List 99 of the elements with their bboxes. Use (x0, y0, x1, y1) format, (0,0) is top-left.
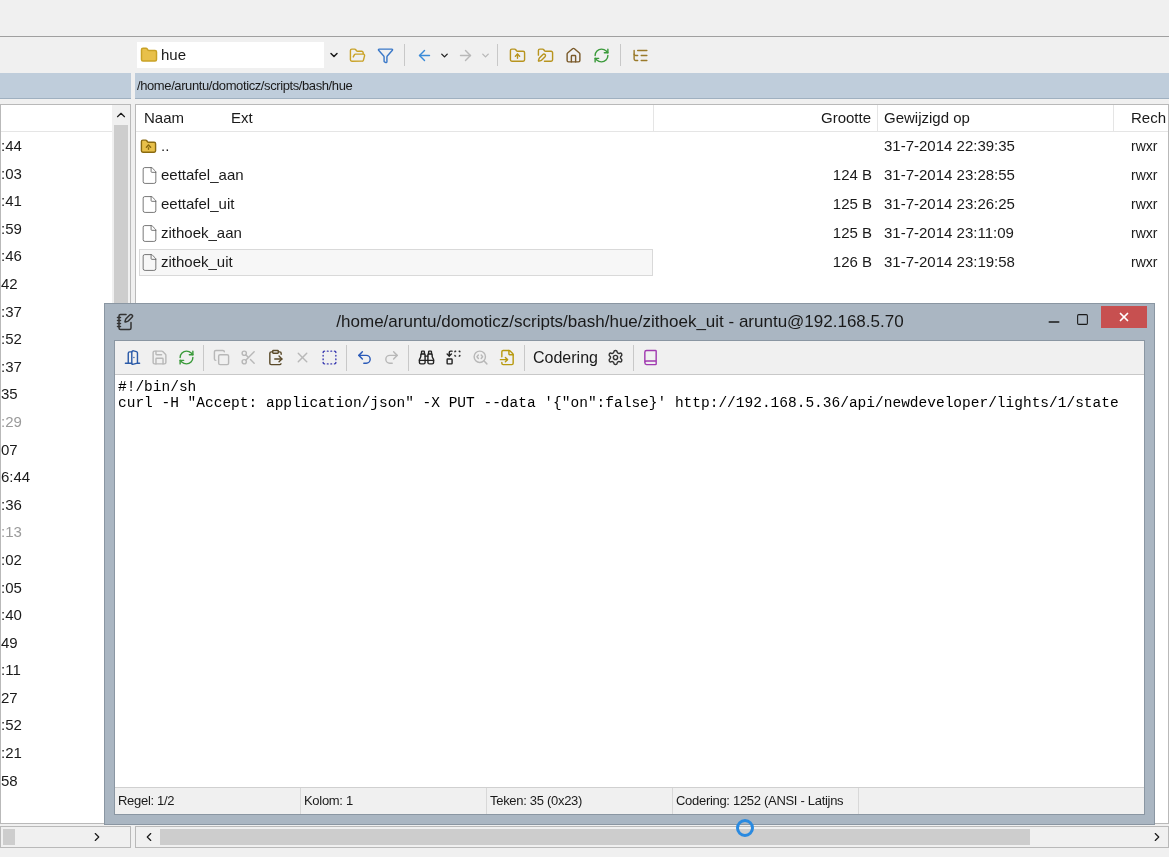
redo-icon (382, 349, 400, 366)
folder-icon (140, 46, 158, 64)
select-all-icon (320, 349, 338, 366)
modified-time-cell-text: :37 (1, 301, 23, 322)
paste-icon (266, 349, 284, 366)
column-header[interactable]: Grootte (820, 106, 871, 130)
modified-time-cell-text: :41 (1, 191, 23, 212)
modified-time-cell-text: :44 (1, 136, 23, 156)
modified-time-cell-text: 6:44 (1, 467, 32, 488)
status-field: Kolom: 1 (301, 788, 487, 814)
column-header[interactable]: Rech (1114, 106, 1167, 130)
file-name: zithoek_uit (161, 252, 233, 273)
file-name-cell[interactable]: zithoek_aan (139, 220, 653, 247)
modified-time-cell-text: :29 (1, 411, 23, 432)
binoculars-icon (417, 349, 435, 366)
file-size: 126 B (832, 252, 872, 273)
find-next-icon (471, 349, 489, 366)
status-field: Regel: 1/2 (115, 788, 301, 814)
status-field: Teken: 35 (0x23) (487, 788, 673, 814)
encoding-button[interactable]: Codering (529, 344, 602, 371)
file-name-cell[interactable]: zithoek_uit (139, 249, 653, 276)
modified-time-cell-text: 35 (1, 384, 19, 405)
file-name-cell[interactable]: eettafel_aan (139, 162, 653, 189)
file-rights: rwxr (1130, 253, 1158, 272)
modified-date: 31-7-2014 23:11:09 (883, 223, 1015, 244)
parent-folder-icon (508, 46, 526, 64)
reload-icon (177, 349, 195, 366)
parent-folder-icon (140, 138, 157, 155)
folder-open-icon (348, 46, 366, 64)
maximize-icon[interactable] (1076, 312, 1089, 326)
modified-date: 31-7-2014 23:28:55 (883, 165, 1016, 186)
scissors-icon (239, 349, 257, 366)
file-icon (140, 166, 159, 185)
modified-time-cell-text: :40 (1, 605, 23, 626)
modified-date: 31-7-2014 23:26:25 (883, 194, 1016, 215)
file-rights: rwxr (1130, 224, 1158, 243)
column-header[interactable]: Ext (231, 106, 253, 130)
horizontal-scrollbar[interactable] (135, 826, 1169, 848)
window-title: /home/aruntu/domoticz/scripts/bash/hue/zithoek_uit - aruntu@192.168.5.70 (335, 311, 905, 334)
text-area[interactable]: #!/bin/sh curl -H "Accept: application/json" -X PUT --data '{"on":false}' http://192.168.5.36/api/newdeveloper/lights/1/state (115, 375, 1144, 787)
file-size: 125 B (832, 223, 872, 244)
file-rights: rwxr (1130, 166, 1158, 185)
save-icon (150, 349, 168, 366)
modified-time-cell-text: 42 (1, 273, 19, 294)
copy-icon (212, 349, 230, 366)
modified-time-cell-text: 49 (1, 632, 19, 653)
horizontal-scrollbar[interactable] (0, 826, 131, 848)
column-header[interactable]: Gewijzigd op (884, 106, 970, 130)
file-name: zithoek_aan (161, 223, 242, 244)
modified-time-cell-text: :11 (1, 660, 22, 681)
modified-time-cell-text: :36 (1, 494, 23, 515)
close-icon (1117, 310, 1131, 324)
book-icon (642, 349, 660, 366)
modified-time-cell-text: :52 (1, 329, 23, 350)
busy-cursor-icon (736, 819, 754, 837)
refresh-icon (592, 46, 610, 64)
modified-time-cell-text: :59 (1, 218, 23, 239)
modified-time-cell-text: :37 (1, 356, 23, 377)
replace-icon (444, 349, 462, 366)
scrollbar-thumb[interactable] (3, 829, 15, 845)
modified-time-cell-text: :46 (1, 246, 23, 267)
home-icon (564, 46, 582, 64)
file-size: 124 B (832, 165, 872, 186)
status-field: Codering: 1252 (ANSI - Latijns (673, 788, 859, 814)
file-name-cell[interactable]: .. (139, 133, 653, 160)
gear-icon (607, 349, 625, 366)
undo-icon (355, 349, 373, 366)
modified-date: 31-7-2014 22:39:35 (883, 136, 1016, 157)
scrollbar-thumb[interactable] (160, 829, 1030, 845)
modified-time-cell-text: :21 (1, 743, 23, 764)
close-button[interactable] (1101, 306, 1147, 328)
file-name: .. (161, 136, 170, 157)
file-name-cell[interactable]: eettafel_uit (139, 191, 653, 218)
modified-time-cell-text: :13 (1, 522, 23, 543)
modified-time-cell-text: :03 (1, 163, 23, 184)
column-header[interactable]: Naam (144, 106, 231, 130)
file-name: eettafel_uit (161, 194, 235, 215)
code-line: curl -H "Accept: application/json" -X PUT --data '{"on":false}' http://192.168.5.36/api/newdeveloper/lights/1/state (118, 395, 1120, 411)
path-text: /home/aruntu/domoticz/scripts/bash/hue (137, 76, 353, 95)
notepad-icon (116, 313, 134, 331)
modified-time-cell-text: 58 (1, 770, 19, 791)
modified-time-cell-text: 07 (1, 439, 19, 460)
file-icon (140, 195, 159, 214)
file-size: 125 B (832, 194, 872, 215)
modified-time-cell-text: 27 (1, 687, 19, 708)
filter-icon (376, 46, 394, 64)
door-icon (123, 349, 141, 366)
modified-date: 31-7-2014 23:19:58 (883, 252, 1016, 273)
modified-time-cell-text: :52 (1, 715, 23, 736)
file-name: eettafel_aan (161, 165, 244, 186)
file-rights: rwxr (1130, 137, 1158, 156)
location-combo[interactable]: hue (137, 42, 324, 68)
file-icon (140, 253, 159, 272)
modified-time-cell-text: :05 (1, 577, 23, 598)
file-icon (140, 224, 159, 243)
location-text: hue (161, 44, 187, 65)
modified-time-cell-text: :02 (1, 549, 23, 570)
file-rights: rwxr (1130, 195, 1158, 214)
code-line: #!/bin/sh (118, 379, 198, 395)
